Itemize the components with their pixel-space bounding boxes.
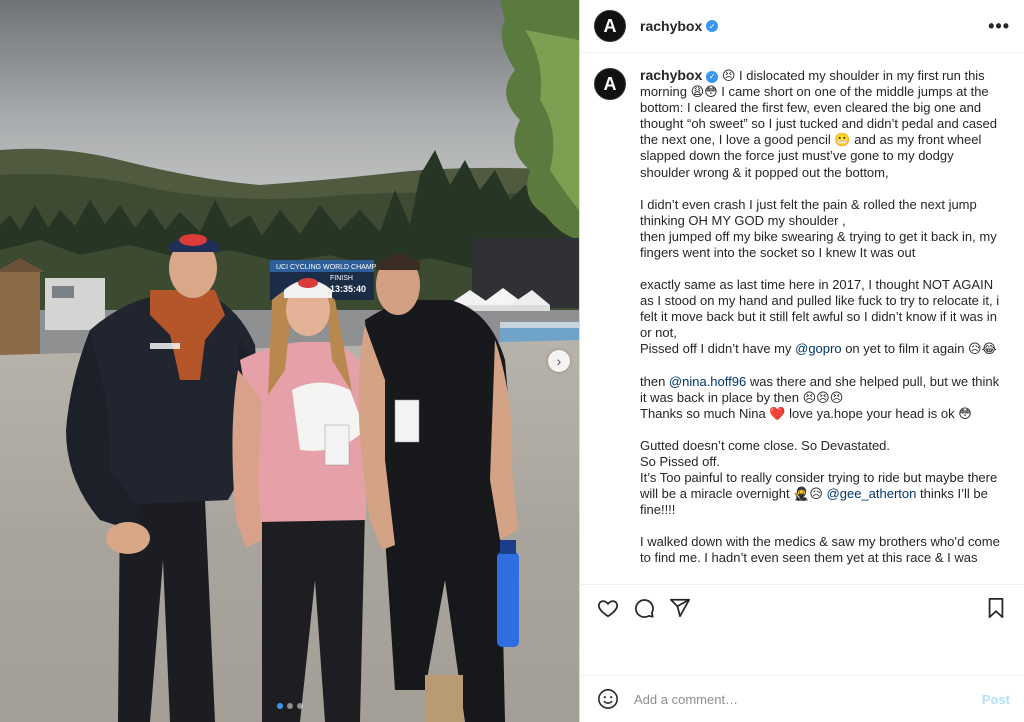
caption-text-segment: then — [640, 373, 669, 389]
caption-text-segment: exactly same as last time here in 2017, … — [640, 277, 1000, 341]
caption-paragraph: then @nina.hoff96 was there and she help… — [640, 374, 1002, 422]
mention-link[interactable]: @nina.hoff96 — [669, 374, 746, 389]
comment-input[interactable] — [634, 691, 982, 707]
caption-paragraph: I walked down with the medics & saw my b… — [640, 534, 1002, 566]
caption-text: rachybox ✓ 😣 I dislocated my shoulder in … — [640, 67, 1002, 584]
clock-text: 13:35:40 — [330, 284, 366, 294]
caption-username[interactable]: rachybox — [640, 67, 702, 83]
caption-text-segment: Pissed off I didn’t have my — [640, 341, 796, 357]
post-panel: A rachybox ✓ ••• A rachybox ✓ 😣 I disloca… — [579, 0, 1024, 722]
verified-badge-icon: ✓ — [706, 20, 719, 32]
heart-icon[interactable] — [594, 594, 622, 622]
comment-bar: Post — [580, 675, 1024, 722]
post-photo[interactable]: UCI CYCLING WORLD CHAMPIONSHIPS FINISH 1… — [0, 0, 579, 722]
caption-text-segment: So Pissed off. — [640, 453, 720, 469]
caption-avatar[interactable]: A — [594, 68, 626, 100]
caption-paragraph: 😣 I dislocated my shoulder in my first r… — [640, 68, 997, 180]
more-options-icon[interactable]: ••• — [988, 16, 1010, 37]
post-header: A rachybox ✓ ••• — [580, 0, 1024, 53]
mention-link[interactable]: @gopro — [795, 341, 841, 356]
emoji-icon[interactable] — [594, 685, 622, 713]
caption-paragraph: Gutted doesn’t come close. So Devastated… — [640, 438, 1002, 518]
caption-text-segment: I didn’t even crash I just felt the pain… — [640, 196, 977, 228]
caption-paragraph: I didn’t even crash I just felt the pain… — [640, 197, 1002, 261]
water-bottle — [497, 552, 519, 647]
caption-text-segment: then jumped off my bike swearing & tryin… — [640, 228, 997, 260]
bookmark-icon[interactable] — [982, 594, 1010, 622]
photo-scene: UCI CYCLING WORLD CHAMPIONSHIPS FINISH 1… — [0, 0, 579, 722]
carousel-dot-1 — [276, 703, 283, 709]
caption-text-segment: 😣 I dislocated my shoulder in my first r… — [640, 68, 998, 180]
mention-link[interactable]: @gee_atherton — [827, 486, 917, 501]
caption-text-segment: I walked down with the medics & saw my b… — [640, 534, 1000, 566]
caption-area: A rachybox ✓ 😣 I dislocated my shoulder i… — [580, 53, 1024, 584]
post-comment-button[interactable]: Post — [982, 692, 1010, 707]
carousel-dot-2 — [286, 703, 293, 709]
share-icon[interactable] — [666, 594, 694, 622]
caption-paragraph: exactly same as last time here in 2017, … — [640, 277, 1002, 357]
comment-icon[interactable] — [630, 594, 658, 622]
action-bar — [580, 584, 1024, 631]
caption-text-segment: Thanks so much Nina ❤️ love ya.hope your… — [640, 405, 972, 421]
carousel-dot-3 — [296, 703, 303, 709]
finish-text: FINISH — [330, 275, 353, 282]
avatar[interactable]: A — [594, 10, 626, 42]
verified-badge-icon: ✓ — [706, 71, 719, 84]
caption-text-segment: on yet to film it again 😥😂 — [841, 341, 997, 357]
next-slide-button[interactable]: › — [548, 350, 570, 372]
header-username[interactable]: rachybox — [640, 18, 702, 34]
carousel-indicator — [0, 703, 579, 709]
caption-text-segment: Gutted doesn’t come close. So Devastated… — [640, 437, 891, 453]
